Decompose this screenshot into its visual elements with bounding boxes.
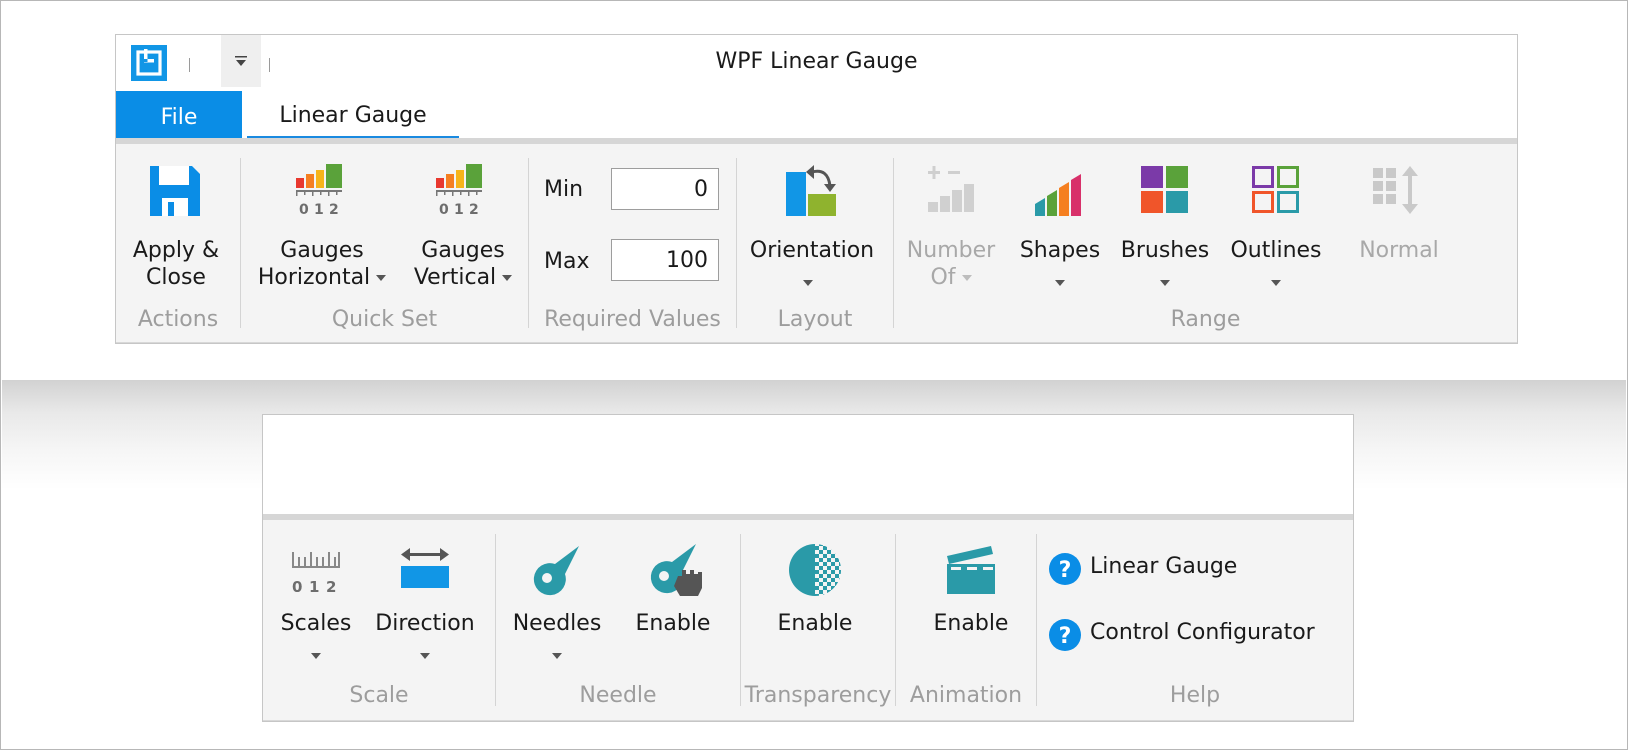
- group-label-quick-set: Quick Set: [331, 307, 438, 332]
- min-label: Min: [544, 177, 584, 202]
- apply-close-label: Apply & Close: [132, 238, 220, 290]
- group-label-actions: Actions: [137, 307, 219, 332]
- tick-label: 0: [439, 202, 449, 218]
- group-label-layout: Layout: [777, 307, 853, 332]
- gauges-vertical-label: Gauges Vertical: [398, 237, 528, 291]
- needles-label: Needles: [512, 611, 602, 636]
- number-of-label: Number Of: [906, 238, 996, 290]
- group-separator: [895, 534, 896, 706]
- group-separator: [1036, 534, 1037, 706]
- outlines-dropdown-icon: [1271, 280, 1281, 286]
- normal-icon: [1373, 166, 1418, 214]
- animation-enable-label: Enable: [933, 611, 1009, 636]
- brushes-icon: [1141, 166, 1188, 213]
- group-label-required-values: Required Values: [544, 307, 721, 332]
- tick-label: 1: [309, 578, 319, 596]
- tab-file[interactable]: File: [116, 91, 242, 141]
- group-separator: [528, 158, 529, 328]
- scales-label: Scales: [280, 611, 352, 636]
- tick-label: 0: [299, 202, 309, 218]
- normal-label: Normal: [1359, 238, 1439, 263]
- main-window: WPF Linear Gauge File Linear Gauge Apply…: [115, 34, 1518, 344]
- scales-dropdown-icon: [311, 653, 321, 659]
- outlines-icon: [1252, 166, 1299, 213]
- shapes-dropdown-icon: [1055, 280, 1065, 286]
- tick-label: 0: [292, 578, 302, 596]
- group-label-transparency: Transparency: [744, 683, 892, 708]
- shapes-icon: [1035, 174, 1081, 216]
- ribbon-panel: Apply & Close Actions 0 1 2 Gauges Horiz…: [116, 144, 1517, 343]
- group-separator: [893, 158, 894, 328]
- brushes-dropdown-icon: [1160, 280, 1170, 286]
- title-bar: WPF Linear Gauge: [116, 35, 1517, 91]
- needle-icon: [533, 546, 579, 596]
- max-label: Max: [544, 249, 590, 274]
- direction-icon: [401, 548, 449, 588]
- transparency-icon: [789, 544, 841, 596]
- shapes-label: Shapes: [1019, 238, 1101, 263]
- outlines-label: Outlines: [1230, 238, 1322, 263]
- group-separator: [740, 534, 741, 706]
- svg-text:?: ?: [1059, 624, 1072, 649]
- ribbon-continuation-window: 0 1 2 Scales Direction Scale Needles Ena…: [262, 414, 1354, 722]
- group-label-range: Range: [1170, 307, 1241, 332]
- needle-enable-label: Enable: [635, 611, 711, 636]
- gauge-vertical-icon: 0 1 2: [436, 164, 482, 218]
- ribbon-panel-lower: 0 1 2 Scales Direction Scale Needles Ena…: [263, 520, 1353, 721]
- max-input[interactable]: 100: [611, 239, 719, 281]
- help-icon: ?: [1049, 619, 1081, 651]
- help-control-configurator-label: Control Configurator: [1090, 620, 1315, 645]
- help-linear-gauge-label: Linear Gauge: [1090, 554, 1238, 579]
- save-icon: [150, 166, 200, 216]
- group-separator: [240, 158, 241, 328]
- brushes-label: Brushes: [1120, 238, 1210, 263]
- tick-label: 2: [469, 202, 479, 218]
- animation-icon: [947, 546, 995, 594]
- orientation-dropdown-icon: [803, 280, 813, 286]
- help-icon: ?: [1049, 553, 1081, 585]
- group-separator: [736, 158, 737, 328]
- svg-text:?: ?: [1059, 558, 1072, 583]
- orientation-label: Orientation: [749, 238, 875, 263]
- direction-label: Direction: [375, 611, 475, 636]
- screenshot-frame: WPF Linear Gauge File Linear Gauge Apply…: [0, 0, 1628, 750]
- tab-linear-gauge[interactable]: Linear Gauge: [247, 91, 459, 141]
- direction-dropdown-icon: [420, 653, 430, 659]
- window-title: WPF Linear Gauge: [715, 49, 918, 74]
- tick-label: 2: [326, 578, 336, 596]
- orientation-icon: [786, 165, 836, 216]
- group-label-animation: Animation: [909, 683, 1023, 708]
- needles-dropdown-icon: [552, 653, 562, 659]
- group-separator: [495, 534, 496, 706]
- gauges-horizontal-label: Gauges Horizontal: [248, 237, 396, 291]
- group-label-needle: Needle: [579, 683, 657, 708]
- min-input[interactable]: 0: [611, 168, 719, 210]
- tick-label: 1: [454, 202, 464, 218]
- scales-icon: 0 1 2: [292, 552, 340, 596]
- needle-enable-icon: [650, 544, 702, 596]
- group-label-scale: Scale: [349, 683, 409, 708]
- transparency-enable-label: Enable: [777, 611, 853, 636]
- tick-label: 1: [314, 202, 324, 218]
- group-label-help: Help: [1169, 683, 1221, 708]
- tick-label: 2: [329, 202, 339, 218]
- number-of-icon: [928, 166, 974, 212]
- gauge-horizontal-icon: 0 1 2: [296, 164, 342, 218]
